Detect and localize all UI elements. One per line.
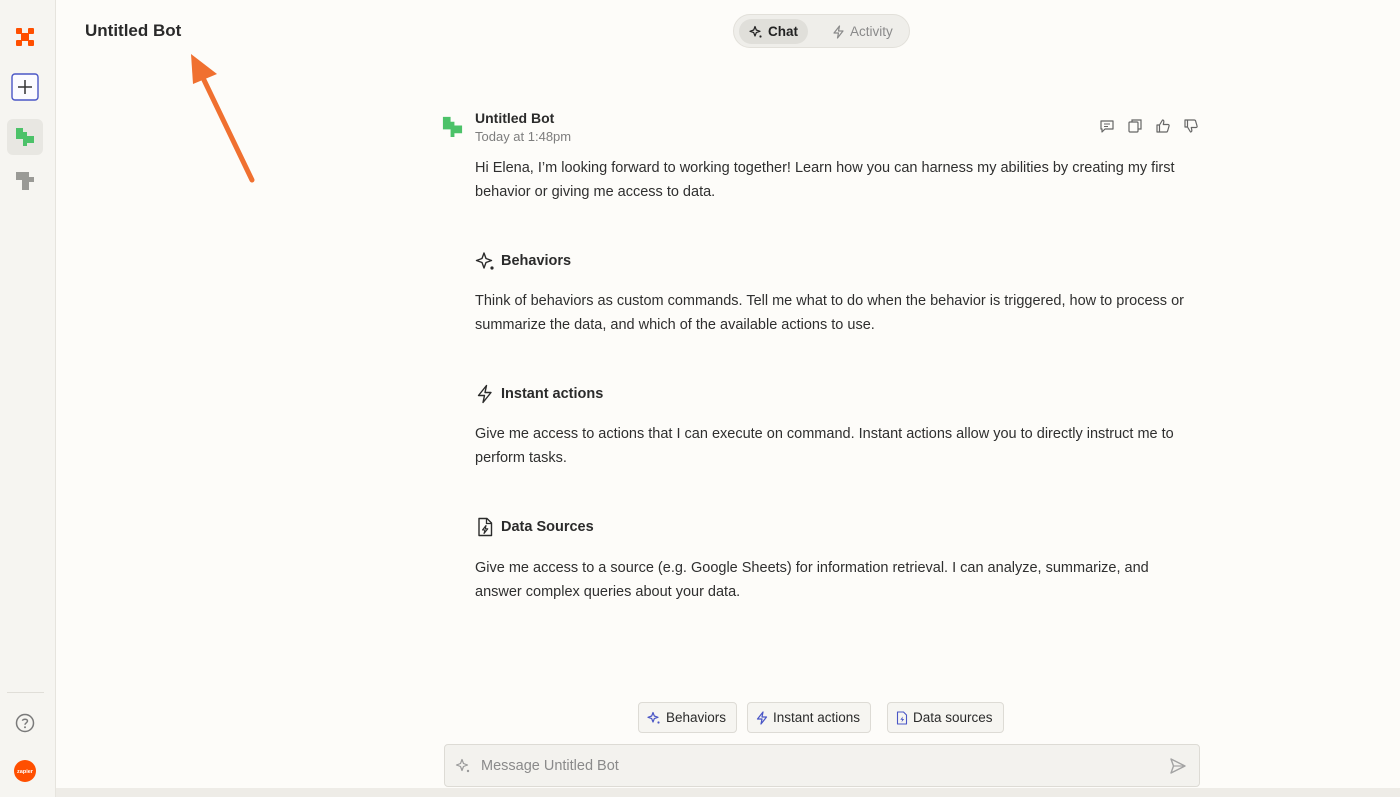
zapier-logo-icon[interactable]	[7, 19, 43, 55]
thumbs-down-icon	[1183, 118, 1198, 133]
comment-button[interactable]	[1097, 116, 1116, 135]
add-icon	[11, 73, 39, 101]
send-icon[interactable]	[1169, 757, 1187, 775]
bot-avatar-icon	[442, 116, 463, 138]
message-input[interactable]	[481, 756, 1161, 776]
file-icon	[478, 517, 493, 537]
lightning-icon	[477, 384, 492, 404]
lightning-icon	[833, 24, 844, 39]
section-behaviors-text: Think of behaviors as custom commands. T…	[475, 293, 1184, 333]
file-icon	[896, 710, 908, 725]
message-composer	[444, 744, 1200, 787]
bottom-edge	[56, 788, 1400, 797]
add-bot-button[interactable]	[7, 69, 43, 105]
account-avatar[interactable]: zapier	[7, 753, 43, 789]
help-icon	[15, 713, 35, 733]
bot-template-icon	[16, 172, 34, 190]
comment-icon	[1099, 119, 1114, 133]
message-timestamp: Today at 1:48pm	[475, 129, 572, 144]
section-instant-actions-text: Give me access to actions that I can exe…	[475, 426, 1174, 466]
chip-behaviors[interactable]: Behaviors	[638, 702, 738, 733]
tab-chat-label: Chat	[768, 24, 798, 39]
chip-data-sources-label: Data sources	[913, 710, 993, 725]
chip-instant-actions-label: Instant actions	[773, 710, 861, 725]
annotation-arrow-icon	[191, 54, 255, 183]
page-title: Untitled Bot	[85, 21, 182, 40]
thumbs-down-button[interactable]	[1181, 116, 1200, 135]
chip-data-sources[interactable]: Data sources	[887, 702, 1004, 733]
chip-instant-actions[interactable]: Instant actions	[747, 702, 872, 733]
thumbs-up-icon	[1155, 118, 1170, 133]
message-intro: Hi Elena, I’m looking forward to working…	[475, 160, 1175, 200]
thumbs-up-button[interactable]	[1153, 116, 1172, 135]
sparkle-icon	[647, 711, 660, 724]
svg-text:zapier: zapier	[17, 769, 34, 775]
section-instant-actions-title: Instant actions	[501, 386, 604, 402]
section-data-sources-heading: Data Sources	[475, 517, 594, 537]
section-data-sources-text: Give me access to a source (e.g. Google …	[475, 560, 1149, 600]
sidebar-divider	[7, 692, 44, 693]
copy-button[interactable]	[1125, 116, 1144, 135]
section-data-sources-title: Data Sources	[501, 519, 594, 535]
sparkle-icon	[475, 252, 494, 270]
message-actions	[1097, 116, 1200, 135]
account-zapier-icon: zapier	[14, 760, 36, 782]
message-sender: Untitled Bot	[475, 110, 555, 126]
tab-chat[interactable]: Chat	[739, 19, 808, 44]
sidebar-item-untitled-bot[interactable]	[7, 119, 43, 155]
copy-icon	[1127, 118, 1142, 133]
section-instant-actions-heading: Instant actions	[475, 384, 603, 404]
section-behaviors-title: Behaviors	[501, 253, 572, 269]
bot-puzzle-icon	[16, 128, 34, 146]
sparkle-icon	[749, 25, 762, 38]
sidebar-item-bot-template[interactable]	[7, 163, 43, 199]
lightning-icon	[756, 710, 768, 725]
left-sidebar: zapier	[0, 0, 56, 797]
section-behaviors-heading: Behaviors	[475, 251, 571, 271]
tab-activity-label: Activity	[850, 24, 893, 39]
view-tabs: Chat Activity	[733, 14, 910, 48]
sparkle-icon	[455, 758, 470, 773]
help-button[interactable]	[7, 705, 43, 741]
tab-activity[interactable]: Activity	[822, 19, 903, 44]
chip-behaviors-label: Behaviors	[666, 710, 727, 725]
